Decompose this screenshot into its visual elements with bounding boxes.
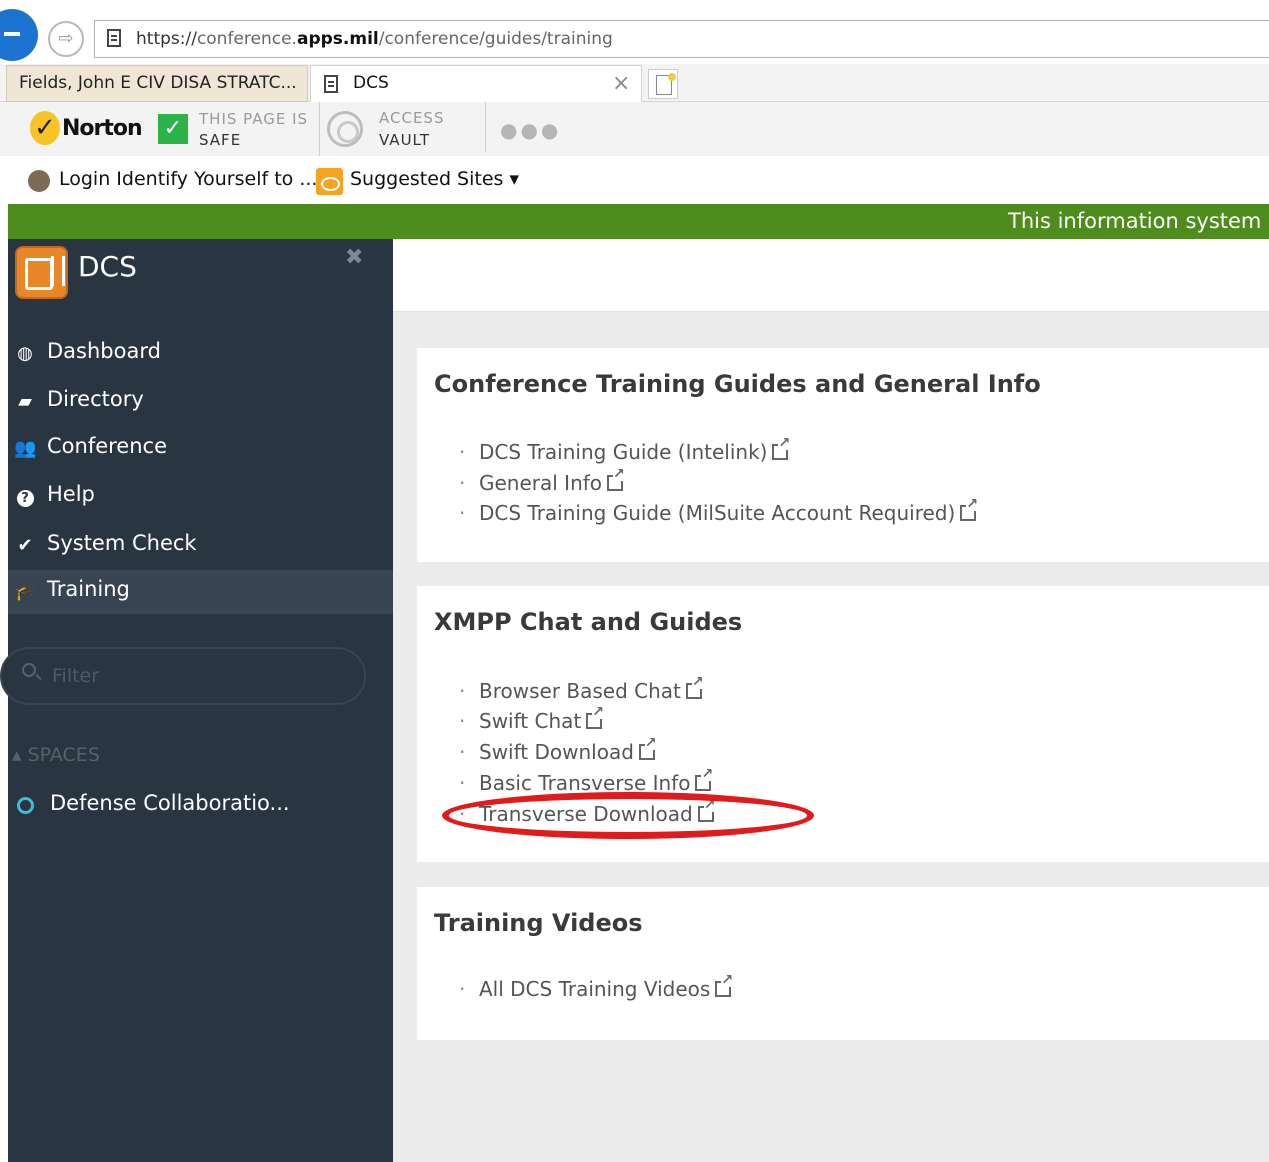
- divider: [485, 102, 486, 152]
- url-field[interactable]: https://conference.apps.mil/conference/g…: [94, 20, 1269, 58]
- link-all-dcs-training-videos[interactable]: All DCS Training Videos: [459, 973, 734, 1001]
- link-swift-chat[interactable]: Swift Chat: [459, 705, 604, 733]
- sidebar-item-help[interactable]: ? Help: [8, 475, 393, 519]
- link-dcs-training-guide-milsuite[interactable]: DCS Training Guide (MilSuite Account Req…: [459, 497, 979, 525]
- vault-icon[interactable]: [327, 111, 363, 147]
- tab-label: DCS: [353, 73, 389, 93]
- external-link-icon: [715, 973, 734, 997]
- new-tab-button[interactable]: [648, 69, 678, 99]
- favorite-login[interactable]: Login Identify Yourself to ...: [59, 168, 317, 190]
- sidebar-item-label: System Check: [47, 531, 197, 555]
- external-link-icon: [586, 705, 604, 729]
- arrow-right-icon: ⇨: [58, 28, 74, 49]
- favorites-bar: Login Identify Yourself to ... Suggested…: [0, 156, 1269, 204]
- forward-button[interactable]: ⇨: [48, 21, 84, 57]
- space-label: Defense Collaboratio...: [50, 791, 290, 815]
- graduation-cap-icon: 🎓: [14, 581, 37, 602]
- tab-email[interactable]: Fields, John E CIV DISA STRATC...: [6, 65, 308, 102]
- external-link-icon: [697, 798, 716, 822]
- external-link-icon: [772, 436, 791, 460]
- norton-toolbar: ✓ Norton ✓ THIS PAGE IS SAFE ACCESS VAUL…: [0, 102, 1269, 156]
- filter-field[interactable]: [0, 647, 366, 705]
- more-options-icon[interactable]: ●●●: [500, 118, 561, 142]
- divider: [319, 102, 320, 156]
- banner-text: This information system: [1008, 209, 1262, 233]
- sidebar-item-system-check[interactable]: ✔ System Check: [8, 524, 393, 568]
- sidebar-item-label: Conference: [47, 434, 168, 458]
- check-icon: ✔: [17, 535, 33, 556]
- access-vault-line1[interactable]: ACCESS: [379, 109, 444, 127]
- link-basic-transverse-info[interactable]: Basic Transverse Info: [459, 767, 714, 795]
- page-header: [393, 239, 1269, 312]
- url-text: https://conference.apps.mil/conference/g…: [136, 29, 613, 49]
- page-icon: [324, 75, 338, 93]
- link-dcs-training-guide-intelink[interactable]: DCS Training Guide (Intelink): [459, 436, 791, 464]
- external-link-icon: [607, 467, 625, 491]
- tab-dcs[interactable]: DCS: [310, 65, 642, 102]
- link-browser-based-chat[interactable]: Browser Based Chat: [459, 675, 704, 703]
- card-xmpp-chat: XMPP Chat and Guides Browser Based Chat …: [417, 586, 1269, 862]
- card-title: Conference Training Guides and General I…: [434, 370, 1041, 398]
- norton-check-icon: ✓: [30, 111, 60, 145]
- page-icon: [107, 29, 121, 47]
- close-icon[interactable]: ✖: [345, 245, 363, 270]
- norton-logo[interactable]: ✓ Norton: [30, 108, 143, 148]
- sidebar-item-label: Help: [47, 482, 95, 506]
- address-bar: ⇨ https://conference.apps.mil/conference…: [0, 0, 1269, 64]
- dcs-logo-icon: [15, 246, 68, 299]
- external-link-icon: [685, 675, 704, 699]
- suggested-sites-icon: [316, 168, 343, 195]
- tab-bar: Fields, John E CIV DISA STRATC... DCS ×: [0, 64, 1269, 102]
- tab-label: Fields, John E CIV DISA STRATC...: [19, 73, 297, 93]
- sidebar-item-training[interactable]: 🎓 Training: [8, 570, 393, 614]
- sidebar-item-directory[interactable]: ▰ Directory: [8, 380, 393, 424]
- card-title: XMPP Chat and Guides: [434, 608, 743, 636]
- spaces-header[interactable]: ▴ SPACES: [12, 744, 100, 766]
- link-transverse-download[interactable]: Transverse Download: [459, 798, 716, 826]
- close-tab-icon[interactable]: ×: [612, 65, 630, 102]
- link-swift-download[interactable]: Swift Download: [459, 736, 657, 764]
- sidebar-item-conference[interactable]: 👥 Conference: [8, 427, 393, 471]
- link-general-info[interactable]: General Info: [459, 467, 625, 495]
- safe-check-icon: ✓: [158, 114, 188, 144]
- search-icon: [22, 663, 36, 677]
- sidebar-item-label: Directory: [47, 387, 144, 411]
- card-title: Training Videos: [434, 909, 643, 937]
- card-conference-guides: Conference Training Guides and General I…: [417, 348, 1269, 562]
- notice-banner: This information system: [8, 204, 1269, 239]
- external-link-icon: [960, 497, 979, 521]
- login-site-icon: [28, 170, 50, 192]
- space-item-defense-collaboration[interactable]: Defense Collaboratio...: [8, 791, 393, 823]
- safe-status-line1: THIS PAGE IS: [199, 110, 309, 128]
- external-link-icon: [695, 767, 714, 791]
- sidebar-item-label: Training: [47, 577, 130, 601]
- book-icon: ▰: [18, 391, 32, 412]
- sidebar-item-dashboard[interactable]: ◍ Dashboard: [8, 332, 393, 376]
- card-training-videos: Training Videos All DCS Training Videos: [417, 887, 1269, 1040]
- brand-name: DCS: [78, 250, 137, 283]
- back-button[interactable]: [0, 9, 38, 61]
- question-icon: ?: [14, 486, 36, 507]
- question-glyph: ?: [16, 490, 34, 507]
- norton-label: Norton: [62, 115, 143, 141]
- dashboard-icon: ◍: [17, 343, 33, 364]
- sidebar-item-label: Dashboard: [47, 339, 161, 363]
- access-vault-line2[interactable]: VAULT: [379, 131, 430, 149]
- safe-status-line2: SAFE: [199, 131, 242, 149]
- sidebar: DCS ✖ ◍ Dashboard ▰ Directory 👥 Conferen…: [0, 239, 393, 1162]
- filter-input[interactable]: [52, 661, 352, 691]
- users-icon: 👥: [14, 438, 37, 459]
- external-link-icon: [638, 736, 657, 760]
- favorite-suggested-sites[interactable]: Suggested Sites ▾: [350, 168, 519, 190]
- circle-icon: [17, 797, 34, 814]
- main-content: Conference Training Guides and General I…: [393, 312, 1269, 1162]
